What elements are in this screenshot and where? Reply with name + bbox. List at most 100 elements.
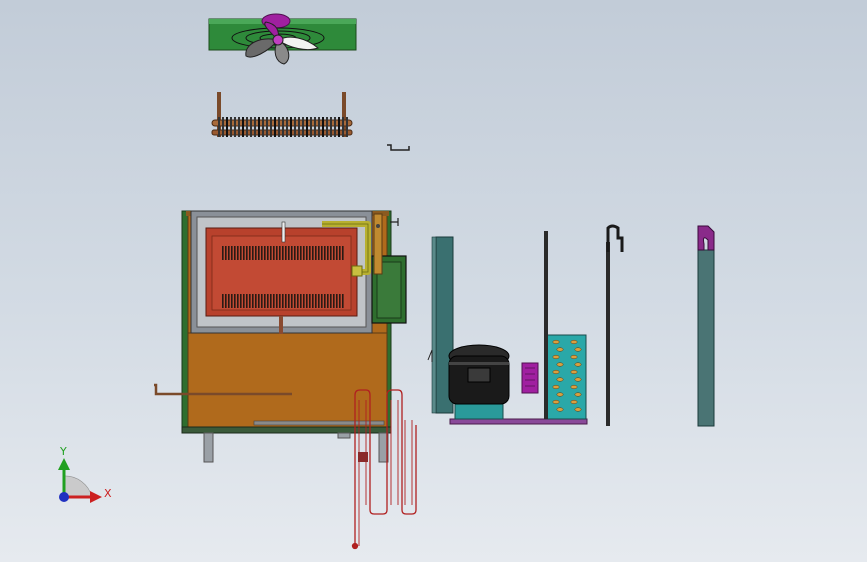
coil-fin (258, 117, 260, 137)
coil-tube-end (570, 399, 578, 405)
grille-slat (309, 246, 311, 260)
grille-slat (309, 294, 311, 308)
y-axis-label: Y (59, 445, 67, 458)
grille-slat (231, 294, 233, 308)
grille-slat (291, 246, 293, 260)
grille-slat (267, 294, 269, 308)
coil-tube-end (574, 407, 582, 412)
grille-slat (306, 246, 308, 260)
coil-tube-end (570, 339, 578, 345)
grille-slat (246, 246, 248, 260)
grille-slat (339, 294, 341, 308)
grille-slat (321, 294, 323, 308)
grille-slat (228, 246, 230, 260)
wire-end-dot (351, 542, 359, 550)
coil-tube-end (556, 362, 564, 367)
coil-fin (314, 117, 316, 137)
grille-slat (318, 294, 320, 308)
grille-slat (330, 294, 332, 308)
coil-tube-end (552, 384, 560, 390)
coil-fin (238, 117, 240, 137)
grille-slat (240, 294, 242, 308)
grille-slat (288, 246, 290, 260)
coil-fin (298, 117, 300, 137)
fan-module (208, 13, 357, 65)
cad-scene: Y X (58, 13, 715, 550)
leg-left (203, 432, 214, 463)
grille-slat (231, 246, 233, 260)
coil-fin (230, 117, 232, 137)
coil-fin (310, 117, 312, 137)
coil-fin (274, 117, 276, 137)
grille-slat (294, 294, 296, 308)
coil-fin (302, 117, 304, 137)
condenser-coil (546, 334, 587, 420)
coil-tube-end (574, 347, 582, 352)
grille-slat (336, 294, 338, 308)
coil-fin (254, 117, 256, 137)
compressor-band (449, 362, 509, 365)
grille-slat (327, 294, 329, 308)
coil-fin (306, 117, 308, 137)
grille-slat (342, 246, 344, 260)
grille-slat (273, 246, 275, 260)
grille-slat (258, 246, 260, 260)
cad-viewport[interactable]: Y X (0, 0, 867, 562)
grille-slat (252, 246, 254, 260)
coil-fin (290, 117, 292, 137)
coil-fin (266, 117, 268, 137)
coil-tube-end (552, 339, 560, 345)
grille-slat (279, 294, 281, 308)
grille-slat (249, 246, 251, 260)
compressor-terminal-box (467, 367, 491, 383)
grille-slat (312, 294, 314, 308)
grille-slat (285, 246, 287, 260)
coil-tube-end (574, 392, 582, 397)
wire-clip (358, 452, 368, 462)
grille-slat (249, 294, 251, 308)
grille-slat (255, 246, 257, 260)
coil-tube-end (570, 384, 578, 390)
coil-tube-end (570, 369, 578, 375)
grille-slat (225, 294, 227, 308)
magenta-fitting (521, 362, 539, 394)
chamber-grille-bottom (222, 294, 344, 308)
hook-rod-top (606, 224, 624, 252)
small-bracket (387, 144, 410, 151)
grille-slat (276, 246, 278, 260)
coil-fin (270, 117, 272, 137)
coil-fin (278, 117, 280, 137)
cabinet-base-plate (253, 420, 385, 426)
coil-fin (286, 117, 288, 137)
grille-slat (222, 294, 224, 308)
grille-slat (228, 294, 230, 308)
coil-fin (342, 117, 344, 137)
coil-fin (222, 117, 224, 137)
chamber-drain-stub (279, 316, 283, 334)
grille-slat (336, 246, 338, 260)
grille-slat (288, 294, 290, 308)
coil-fin (326, 117, 328, 137)
coil-tube-end (556, 377, 564, 382)
condensing-unit (427, 231, 588, 425)
grille-slat (294, 246, 296, 260)
grille-slat (261, 294, 263, 308)
base-plate (449, 418, 588, 425)
grille-slat (312, 246, 314, 260)
coordinate-triad: Y X (58, 445, 112, 503)
grille-slat (300, 246, 302, 260)
cabinet-bottom-rail (181, 426, 392, 434)
grille-slat (318, 246, 320, 260)
coil-fin (346, 117, 348, 137)
grille-slat (234, 246, 236, 260)
coil-fin (218, 117, 220, 137)
grille-slat (237, 294, 239, 308)
z-axis-origin (59, 492, 69, 502)
grille-slat (270, 246, 272, 260)
coil-fin (334, 117, 336, 137)
grille-slat (255, 294, 257, 308)
coil-tube-end (570, 354, 578, 360)
y-axis-arrow (58, 458, 70, 470)
slate-panel (697, 225, 715, 427)
grille-slat (321, 246, 323, 260)
